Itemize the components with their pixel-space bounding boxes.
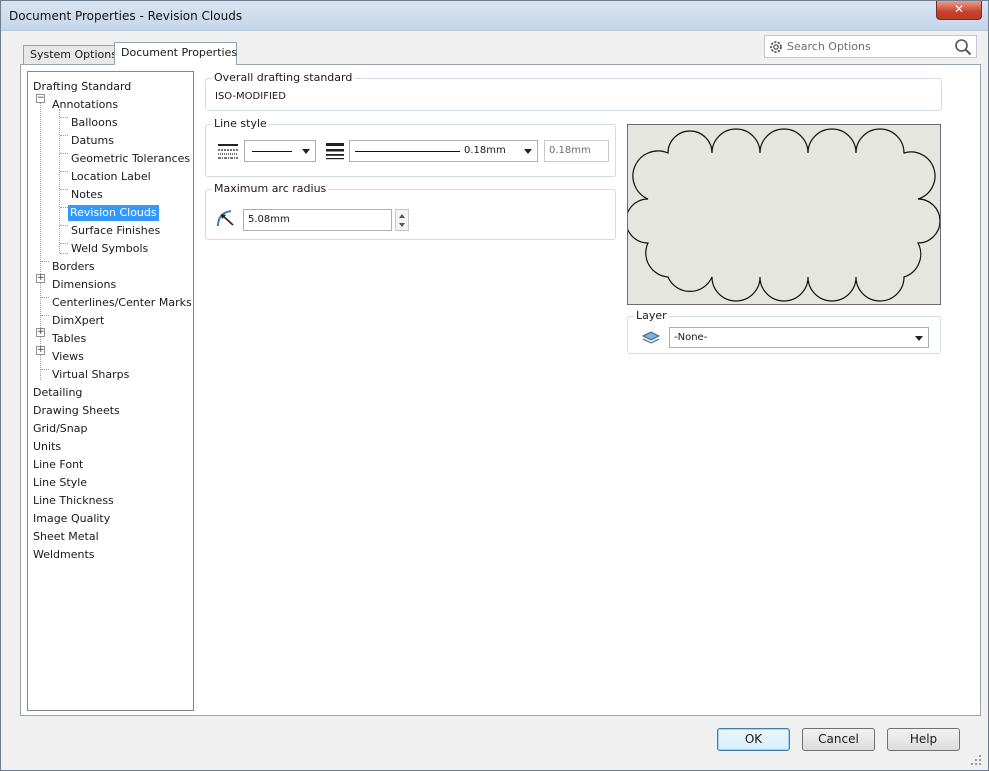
- revision-cloud-shape: [625, 128, 941, 302]
- line-font-icon: [218, 144, 238, 159]
- tree-item-drafting-standard[interactable]: Drafting Standard: [31, 79, 133, 95]
- arc-radius-group: Maximum arc radius 5.08mm: [205, 182, 616, 240]
- line-font-dropdown[interactable]: [244, 140, 316, 162]
- tree-connector: [60, 171, 68, 172]
- tree-item-dimensions[interactable]: Dimensions: [50, 277, 118, 293]
- layer-value: -None-: [674, 332, 708, 343]
- layer-dropdown[interactable]: -None-: [669, 327, 929, 348]
- layer-icon: [642, 331, 660, 344]
- tree-item-image-quality[interactable]: Image Quality: [31, 511, 112, 527]
- tree-connector: [59, 109, 60, 253]
- tree-connector: [40, 96, 41, 380]
- tree-connector: [60, 189, 68, 190]
- tree-connector: [60, 243, 68, 244]
- tree-item-datums[interactable]: Datums: [69, 133, 116, 149]
- line-style-label: Line style: [212, 117, 269, 130]
- overall-standard-value: ISO-MODIFIED: [215, 91, 286, 102]
- tree-item-grid-snap[interactable]: Grid/Snap: [31, 421, 89, 437]
- arc-radius-spinner[interactable]: [395, 209, 409, 231]
- tree-item-line-thickness[interactable]: Line Thickness: [31, 493, 116, 509]
- tree-connector: [60, 225, 68, 226]
- arc-radius-label: Maximum arc radius: [212, 182, 329, 195]
- tree-item-views[interactable]: Views: [50, 349, 86, 365]
- tree-item-drawing-sheets[interactable]: Drawing Sheets: [31, 403, 122, 419]
- overall-standard-group: Overall drafting standard ISO-MODIFIED: [205, 71, 942, 111]
- tree-item-geometric-tolerances[interactable]: Geometric Tolerances: [69, 151, 192, 167]
- chevron-down-icon: [915, 336, 923, 341]
- tree-item-line-font[interactable]: Line Font: [31, 457, 85, 473]
- spin-up-icon[interactable]: [399, 214, 405, 218]
- line-thickness-dropdown[interactable]: 0.18mm: [349, 140, 538, 162]
- tree-item-tables[interactable]: Tables: [50, 331, 88, 347]
- title-bar[interactable]: Document Properties - Revision Clouds ✕: [1, 1, 988, 31]
- tree-item-dimxpert[interactable]: DimXpert: [50, 313, 106, 329]
- dialog-window: Document Properties - Revision Clouds ✕ …: [0, 0, 989, 771]
- tree-item-annotations[interactable]: Annotations: [50, 97, 120, 113]
- tree-item-borders[interactable]: Borders: [50, 259, 97, 275]
- tree-item-weldments[interactable]: Weldments: [31, 547, 97, 563]
- tree-connector: [60, 153, 68, 154]
- spin-down-icon[interactable]: [399, 223, 405, 227]
- help-button[interactable]: Help: [887, 728, 960, 751]
- revision-cloud-preview: [625, 124, 941, 305]
- tree-item-detailing[interactable]: Detailing: [31, 385, 84, 401]
- tree-item-line-style[interactable]: Line Style: [31, 475, 89, 491]
- expand-dimensions-icon[interactable]: +: [36, 274, 45, 283]
- line-thickness-sample: [355, 151, 460, 152]
- custom-thickness-field[interactable]: 0.18mm: [544, 140, 609, 162]
- tree-item-surface-finishes[interactable]: Surface Finishes: [69, 223, 162, 239]
- line-thickness-icon: [326, 143, 344, 160]
- gear-icon[interactable]: [768, 39, 784, 55]
- tree-connector: [60, 207, 68, 208]
- tree-item-units[interactable]: Units: [31, 439, 63, 455]
- overall-standard-label: Overall drafting standard: [212, 71, 355, 84]
- properties-panel: − + + + Drafting Standard Annotations Ba…: [20, 64, 981, 716]
- tree-item-balloons[interactable]: Balloons: [69, 115, 120, 131]
- layer-group: Layer -None-: [627, 309, 941, 354]
- tree-item-revision-clouds[interactable]: Revision Clouds: [68, 205, 159, 221]
- line-style-group: Line style 0.18mm 0.18mm: [205, 117, 616, 177]
- tab-system-options[interactable]: System Options: [23, 45, 117, 64]
- tree-connector: [41, 315, 49, 316]
- tree-connector: [41, 369, 49, 370]
- tree-connector: [60, 135, 68, 136]
- chevron-down-icon: [524, 149, 532, 154]
- search-box[interactable]: Search Options: [764, 35, 977, 58]
- tree-item-centerlines[interactable]: Centerlines/Center Marks: [50, 295, 193, 311]
- tree-connector: [60, 253, 68, 254]
- arc-radius-icon: [217, 210, 234, 227]
- search-placeholder: Search Options: [787, 40, 871, 53]
- line-thickness-value: 0.18mm: [464, 145, 506, 156]
- expand-views-icon[interactable]: +: [36, 346, 45, 355]
- tree-item-notes[interactable]: Notes: [69, 187, 105, 203]
- expand-tables-icon[interactable]: +: [36, 328, 45, 337]
- tab-document-properties[interactable]: Document Properties: [114, 42, 237, 65]
- options-tree[interactable]: − + + + Drafting Standard Annotations Ba…: [27, 71, 194, 711]
- collapse-annotations-icon[interactable]: −: [36, 94, 45, 103]
- search-icon[interactable]: [954, 38, 972, 56]
- window-title: Document Properties - Revision Clouds: [9, 9, 243, 23]
- tree-item-location-label[interactable]: Location Label: [69, 169, 153, 185]
- close-button[interactable]: ✕: [936, 1, 982, 20]
- tree-item-sheet-metal[interactable]: Sheet Metal: [31, 529, 101, 545]
- ok-button[interactable]: OK: [717, 728, 790, 751]
- layer-label: Layer: [634, 309, 669, 322]
- chevron-down-icon: [302, 149, 310, 154]
- tree-connector: [41, 297, 49, 298]
- line-font-sample: [252, 151, 292, 152]
- resize-grip-icon[interactable]: [969, 753, 983, 767]
- tree-item-weld-symbols[interactable]: Weld Symbols: [69, 241, 150, 257]
- tree-connector: [41, 261, 49, 262]
- arc-radius-input[interactable]: 5.08mm: [243, 209, 392, 231]
- tree-item-virtual-sharps[interactable]: Virtual Sharps: [50, 367, 131, 383]
- cancel-button[interactable]: Cancel: [802, 728, 875, 751]
- tree-connector: [60, 117, 68, 118]
